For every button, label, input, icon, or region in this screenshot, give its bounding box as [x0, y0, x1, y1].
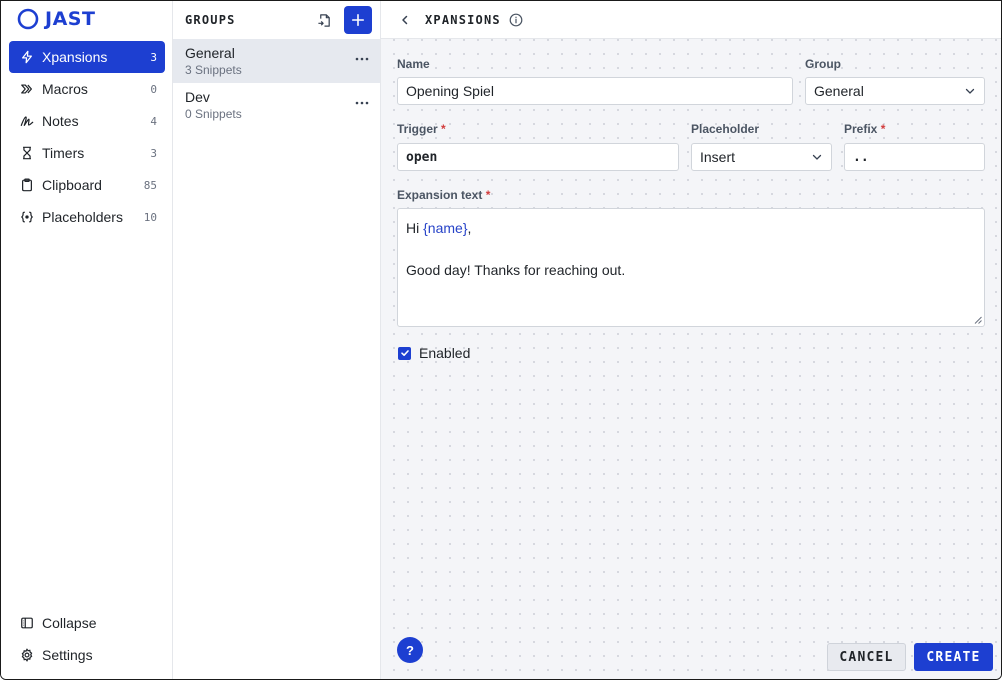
- prefix-input[interactable]: ..: [844, 143, 985, 171]
- bolt-icon: [19, 49, 35, 65]
- prefix-label: Prefix *: [844, 122, 885, 136]
- expansion-textarea[interactable]: Hi {name}, Good day! Thanks for reaching…: [397, 208, 985, 327]
- trigger-input-value: open: [406, 149, 438, 165]
- groups-title: GROUPS: [185, 13, 236, 27]
- plus-icon: [351, 13, 365, 27]
- expansion-line: [406, 239, 976, 260]
- group-name: Dev: [185, 89, 210, 105]
- create-button[interactable]: CREATE: [914, 643, 993, 671]
- name-label: Name: [397, 57, 430, 71]
- hourglass-icon: [19, 145, 35, 161]
- chevrons-right-icon: [19, 81, 35, 97]
- sidebar-item-label: Xpansions: [42, 49, 108, 65]
- expansion-text: Hi: [406, 220, 424, 236]
- enabled-label: Enabled: [419, 345, 471, 361]
- required-mark: *: [441, 122, 446, 136]
- group-name: General: [185, 45, 235, 61]
- more-options-icon[interactable]: [354, 95, 370, 111]
- settings-button[interactable]: Settings: [9, 639, 165, 671]
- import-file-button[interactable]: [312, 8, 336, 32]
- group-snippet-count: 3 Snippets: [185, 63, 242, 77]
- sidebar-item-placeholders[interactable]: Placeholders 10: [9, 201, 165, 233]
- groups-header: GROUPS: [173, 1, 380, 39]
- sidebar-item-macros[interactable]: Macros 0: [9, 73, 165, 105]
- collapse-label: Collapse: [42, 615, 97, 631]
- group-item-dev[interactable]: Dev 0 Snippets: [173, 83, 380, 127]
- collapse-button[interactable]: Collapse: [9, 607, 165, 639]
- file-import-icon: [317, 13, 330, 27]
- braces-icon: [19, 209, 35, 225]
- resize-handle-icon[interactable]: [974, 316, 982, 324]
- expansion-line: Good day! Thanks for reaching out.: [406, 262, 626, 278]
- expansion-label-text: Expansion text: [397, 188, 483, 202]
- sidebar-item-label: Clipboard: [42, 177, 102, 193]
- placeholder-select[interactable]: Insert: [691, 143, 832, 171]
- chevron-left-icon: [402, 15, 408, 24]
- expansion-text: ,: [467, 220, 472, 236]
- required-mark: *: [485, 188, 491, 202]
- back-button[interactable]: [397, 12, 413, 28]
- sidebar-item-count: 3: [150, 146, 157, 160]
- page-title: XPANSIONS: [425, 12, 501, 27]
- group-item-general[interactable]: General 3 Snippets: [173, 39, 380, 83]
- check-icon: [400, 350, 409, 356]
- main-header: XPANSIONS: [381, 1, 1001, 39]
- sidebar-item-count: 3: [150, 50, 157, 64]
- logo: JAST: [17, 8, 95, 30]
- chevron-down-icon: [812, 154, 822, 160]
- prefix-label-text: Prefix: [844, 122, 878, 136]
- app-name: JAST: [45, 8, 96, 30]
- sidebar-item-label: Timers: [42, 145, 85, 161]
- required-mark: *: [880, 122, 886, 136]
- sidebar-item-timers[interactable]: Timers 3: [9, 137, 165, 169]
- settings-label: Settings: [42, 647, 93, 663]
- sidebar-item-notes[interactable]: Notes 4: [9, 105, 165, 137]
- expansion-label: Expansion text *: [397, 188, 490, 202]
- main-panel: XPANSIONS Name Opening Spiel Group Gener…: [381, 1, 1001, 679]
- group-select-value: General: [814, 83, 864, 99]
- sidebar-item-label: Notes: [42, 113, 79, 129]
- sidebar-item-xpansions[interactable]: Xpansions 3: [9, 41, 165, 73]
- trigger-input[interactable]: open: [397, 143, 679, 171]
- trigger-label-text: Trigger: [397, 122, 438, 136]
- groups-panel: GROUPS General 3 Snippets Dev 0 Snippets: [173, 1, 381, 679]
- trigger-label: Trigger *: [397, 122, 446, 136]
- chevron-down-icon: [965, 88, 975, 94]
- expansion-line: Hi {name},: [406, 218, 976, 239]
- more-options-icon[interactable]: [354, 51, 370, 67]
- add-group-button[interactable]: [344, 6, 372, 34]
- logo-icon: [17, 8, 39, 30]
- group-snippet-count: 0 Snippets: [185, 107, 242, 121]
- gear-icon: [19, 647, 35, 663]
- group-select[interactable]: General: [805, 77, 985, 105]
- prefix-input-value: ..: [853, 149, 869, 165]
- sidebar-item-label: Placeholders: [42, 209, 123, 225]
- enabled-checkbox[interactable]: [398, 346, 411, 360]
- name-input-value: Opening Spiel: [406, 83, 494, 99]
- sidebar-item-clipboard[interactable]: Clipboard 85: [9, 169, 165, 201]
- clipboard-icon: [19, 177, 35, 193]
- placeholder-select-value: Insert: [700, 149, 736, 165]
- info-icon[interactable]: [509, 13, 523, 27]
- group-label: Group: [805, 57, 841, 71]
- sidebar-collapse-icon: [19, 615, 35, 631]
- name-input[interactable]: Opening Spiel: [397, 77, 793, 105]
- signature-icon: [19, 113, 35, 129]
- sidebar-nav: Xpansions 3 Macros 0 Notes 4 Timers 3 Cl…: [9, 41, 165, 233]
- cancel-button[interactable]: CANCEL: [827, 643, 906, 671]
- help-button[interactable]: ?: [397, 637, 423, 663]
- sidebar-item-count: 10: [143, 210, 157, 224]
- sidebar: JAST Xpansions 3 Macros 0 Notes 4 Timers…: [1, 1, 173, 679]
- placeholder-token: {name}: [423, 220, 468, 236]
- placeholder-label: Placeholder: [691, 122, 760, 136]
- enabled-row: Enabled: [398, 345, 470, 361]
- sidebar-item-count: 85: [143, 178, 157, 192]
- sidebar-item-count: 0: [150, 82, 157, 96]
- sidebar-footer: Collapse Settings: [9, 607, 165, 671]
- sidebar-item-label: Macros: [42, 81, 88, 97]
- app-window: JAST Xpansions 3 Macros 0 Notes 4 Timers…: [0, 0, 1002, 680]
- sidebar-item-count: 4: [150, 114, 157, 128]
